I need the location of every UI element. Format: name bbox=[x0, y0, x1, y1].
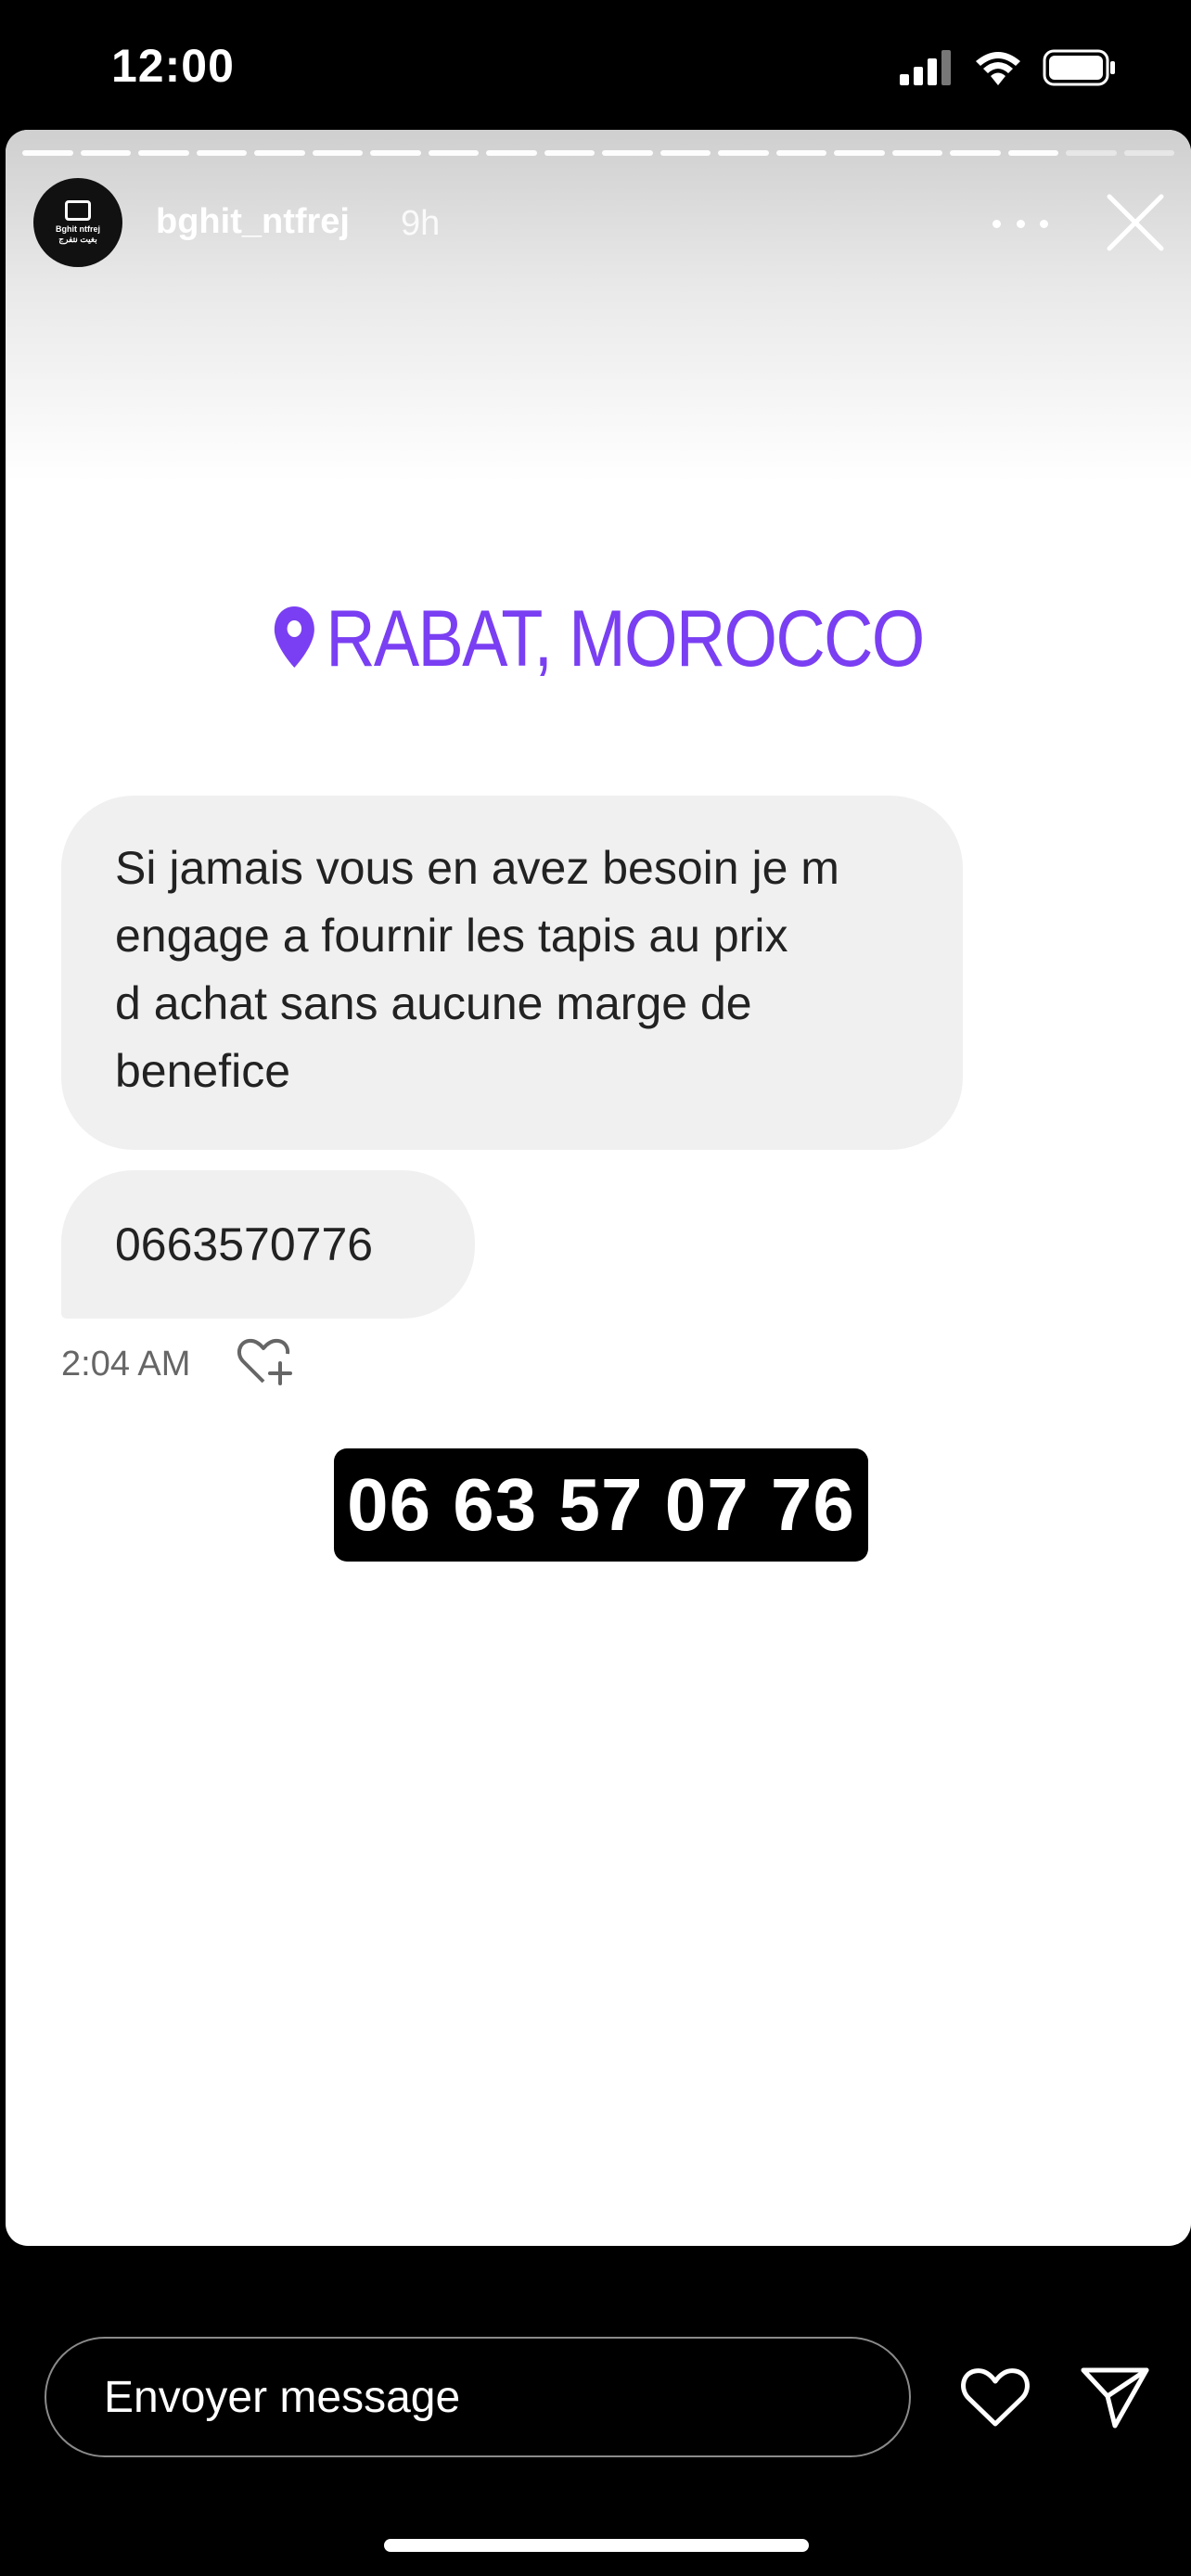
progress-segment bbox=[1066, 150, 1117, 156]
message-bubble: Si jamais vous en avez besoin je m engag… bbox=[61, 796, 963, 1150]
location-pin-icon bbox=[275, 606, 315, 669]
heart-icon[interactable] bbox=[959, 2365, 1031, 2429]
time-ago: 9h bbox=[401, 204, 441, 243]
username[interactable]: bghit_ntfrej bbox=[156, 202, 350, 242]
progress-segment bbox=[602, 150, 653, 156]
close-icon[interactable] bbox=[1104, 191, 1167, 254]
avatar[interactable]: Bghit ntfrej بغيت نتفرج bbox=[33, 178, 122, 267]
story-header-gradient bbox=[6, 130, 1191, 482]
heart-plus-icon bbox=[237, 1338, 292, 1385]
message-timestamp: 2:04 AM bbox=[61, 1345, 191, 1384]
avatar-text: Bghit ntfrej bbox=[56, 224, 100, 234]
progress-segment bbox=[660, 150, 711, 156]
progress-segment bbox=[370, 150, 421, 156]
progress-segment bbox=[138, 150, 189, 156]
cellular-signal-icon bbox=[900, 50, 951, 85]
status-time: 12:00 bbox=[111, 40, 235, 92]
more-options-button[interactable] bbox=[992, 210, 1048, 237]
dot bbox=[992, 219, 1001, 228]
progress-segment bbox=[254, 150, 305, 156]
location-sticker[interactable]: RABAT, MOROCCO bbox=[88, 593, 1108, 685]
dot bbox=[1016, 219, 1025, 228]
progress-segment bbox=[22, 150, 73, 156]
avatar-text-arabic: بغيت نتفرج bbox=[58, 235, 97, 244]
progress-segment bbox=[1123, 150, 1174, 156]
dot bbox=[1040, 219, 1048, 228]
phone-number-sticker[interactable]: 06 63 57 07 76 bbox=[334, 1448, 868, 1562]
progress-segment bbox=[1007, 150, 1058, 156]
progress-segment bbox=[544, 150, 595, 156]
progress-segment bbox=[428, 150, 479, 156]
status-icons bbox=[900, 45, 1117, 91]
story-card[interactable]: Bghit ntfrej بغيت نتفرج bghit_ntfrej 9h … bbox=[6, 130, 1191, 2246]
location-label: RABAT, MOROCCO bbox=[326, 594, 925, 683]
progress-segment bbox=[950, 150, 1001, 156]
progress-segment bbox=[486, 150, 537, 156]
message-text: 0663570776 bbox=[115, 1218, 374, 1270]
progress-segment bbox=[196, 150, 247, 156]
battery-icon bbox=[1043, 49, 1115, 86]
message-placeholder: Envoyer message bbox=[104, 2372, 461, 2422]
progress-segment bbox=[891, 150, 942, 156]
progress-segment bbox=[775, 150, 826, 156]
progress-segment bbox=[718, 150, 769, 156]
progress-segment bbox=[312, 150, 363, 156]
send-message-input[interactable]: Envoyer message bbox=[45, 2337, 911, 2457]
progress-segment bbox=[834, 150, 885, 156]
story-progress-bar bbox=[22, 150, 1174, 156]
send-icon[interactable] bbox=[1080, 2365, 1150, 2429]
home-indicator[interactable] bbox=[384, 2539, 809, 2552]
wifi-icon bbox=[976, 52, 1020, 85]
progress-segment bbox=[80, 150, 131, 156]
tv-icon bbox=[65, 200, 91, 221]
message-text: Si jamais vous en avez besoin je m engag… bbox=[115, 842, 839, 1097]
message-bubble: 0663570776 bbox=[61, 1170, 475, 1319]
